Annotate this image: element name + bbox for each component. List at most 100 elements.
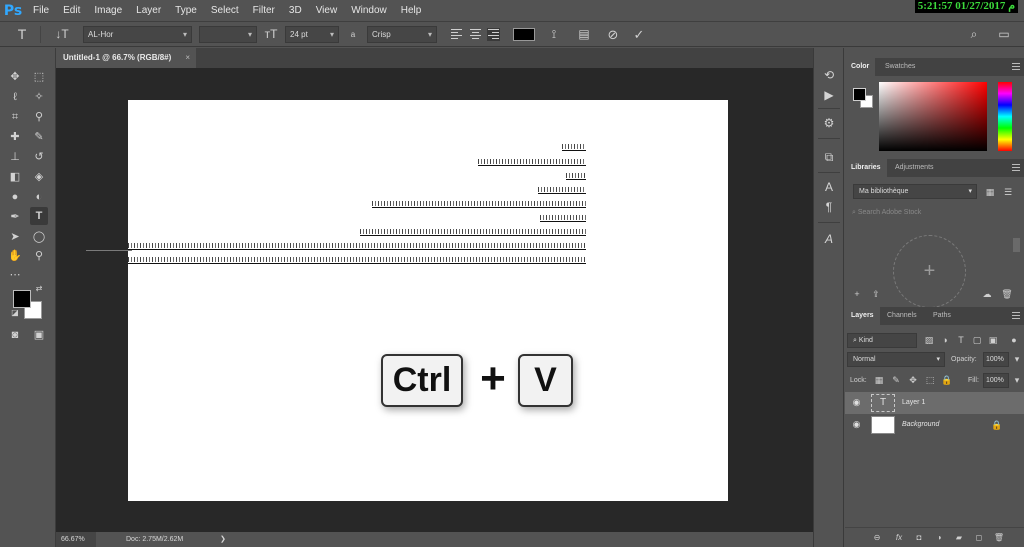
character-styles-icon[interactable]: A <box>820 230 838 248</box>
crop-tool-icon[interactable]: ⌗ <box>6 108 24 126</box>
close-icon[interactable]: × <box>185 48 190 68</box>
hue-slider[interactable] <box>998 82 1012 151</box>
glyphs-icon[interactable]: ⧉ <box>820 148 838 166</box>
cancel-icon[interactable]: ⊘ <box>604 26 622 43</box>
opacity-field[interactable]: 100% <box>983 352 1009 367</box>
list-view-icon[interactable]: ☰ <box>1002 186 1014 198</box>
document-tab[interactable]: Untitled-1 @ 66.7% (RGB/8#) × <box>56 48 196 68</box>
fill-field[interactable]: 100% <box>983 373 1009 388</box>
eye-icon[interactable]: ◉ <box>851 419 862 430</box>
color-picker-field[interactable] <box>879 82 987 151</box>
filter-smart-object-icon[interactable]: ▣ <box>987 334 999 346</box>
menu-edit[interactable]: Edit <box>56 0 87 21</box>
blend-mode-select[interactable]: Normal ▾ <box>847 352 945 367</box>
panel-menu-icon[interactable] <box>1012 63 1020 70</box>
lock-all-icon[interactable]: 🔒 <box>941 374 953 386</box>
path-selection-tool-icon[interactable]: ➤ <box>6 228 24 246</box>
filter-toggle-icon[interactable]: ● <box>1008 334 1020 346</box>
character-icon[interactable]: A <box>820 178 838 196</box>
hand-tool-icon[interactable]: ✋ <box>6 247 24 265</box>
menu-layer[interactable]: Layer <box>129 0 168 21</box>
filter-type-icon[interactable]: T <box>955 334 967 346</box>
upload-icon[interactable]: ⇪ <box>870 288 882 300</box>
foreground-color-swatch[interactable] <box>13 290 31 308</box>
dodge-tool-icon[interactable]: ◐ <box>30 188 48 206</box>
layer-style-icon[interactable]: fx <box>893 532 905 544</box>
tab-channels[interactable]: Channels <box>881 307 923 325</box>
healing-brush-tool-icon[interactable]: ✚ <box>6 128 24 146</box>
type-tool-preset-icon[interactable]: T <box>12 26 32 43</box>
move-tool-icon[interactable]: ✥ <box>6 68 24 86</box>
new-layer-icon[interactable]: ◻ <box>973 532 985 544</box>
lock-artboard-icon[interactable]: ⬚ <box>924 374 936 386</box>
eyedropper-tool-icon[interactable]: ⚲ <box>30 108 48 126</box>
tab-libraries[interactable]: Libraries <box>845 159 887 177</box>
menu-type[interactable]: Type <box>168 0 204 21</box>
trash-icon[interactable]: 🗑 <box>1001 288 1013 300</box>
stock-search-input[interactable]: ⌕ Search Adobe Stock <box>847 206 1017 221</box>
layer-mask-icon[interactable]: ◘ <box>913 532 925 544</box>
menu-help[interactable]: Help <box>394 0 429 21</box>
pen-tool-icon[interactable]: ✒ <box>6 208 24 226</box>
history-icon[interactable]: ⟲ <box>820 66 838 84</box>
color-panel-foreground-swatch[interactable] <box>853 88 866 101</box>
new-group-icon[interactable]: ▰ <box>953 532 965 544</box>
screen-mode-icon[interactable]: ▣ <box>30 326 48 344</box>
panel-menu-icon[interactable] <box>1012 164 1020 171</box>
blur-tool-icon[interactable]: ● <box>6 188 24 206</box>
default-colors-icon[interactable]: ◪ <box>9 307 21 319</box>
layer-kind-filter[interactable]: ⌕ Kind <box>847 333 917 348</box>
menu-3d[interactable]: 3D <box>282 0 309 21</box>
more-tools-icon[interactable]: ⋯ <box>6 266 24 284</box>
quick-mask-icon[interactable]: ◙ <box>6 326 24 344</box>
eye-icon[interactable]: ◉ <box>851 397 862 408</box>
align-center-button[interactable] <box>469 28 482 41</box>
trash-icon[interactable]: 🗑 <box>993 532 1005 544</box>
font-family-select[interactable]: AL-Hor ▾ <box>83 26 192 43</box>
library-scrollbar[interactable] <box>1013 238 1020 252</box>
layer-row-background[interactable]: ◉ Background 🔒 <box>845 414 1024 436</box>
tab-color[interactable]: Color <box>845 58 876 76</box>
align-left-button[interactable] <box>450 28 463 41</box>
status-menu-arrow[interactable]: ❯ <box>220 532 226 547</box>
menu-view[interactable]: View <box>309 0 345 21</box>
type-tool-icon[interactable]: T <box>30 207 48 225</box>
swap-colors-icon[interactable]: ⇄ <box>33 283 45 295</box>
grid-view-icon[interactable]: ▦ <box>984 186 996 198</box>
layer-name[interactable]: Layer 1 <box>902 392 925 414</box>
chevron-down-icon[interactable]: ▾ <box>1011 353 1023 365</box>
layer-row-layer-1[interactable]: ◉ T Layer 1 <box>845 392 1024 414</box>
commit-checkmark-icon[interactable]: ✓ <box>630 26 648 43</box>
tab-adjustments[interactable]: Adjustments <box>889 159 940 177</box>
layer-name[interactable]: Background <box>902 414 939 436</box>
lock-transparent-icon[interactable]: ▦ <box>873 374 885 386</box>
clone-stamp-tool-icon[interactable]: ⊥ <box>6 148 24 166</box>
text-orientation-icon[interactable]: ↓T <box>52 26 72 43</box>
chevron-down-icon[interactable]: ▾ <box>1011 374 1023 386</box>
eraser-tool-icon[interactable]: ◧ <box>6 168 24 186</box>
font-size-select[interactable]: 24 pt ▾ <box>285 26 339 43</box>
brush-tool-icon[interactable]: ✎ <box>30 128 48 146</box>
panel-menu-icon[interactable] <box>1012 312 1020 319</box>
marquee-tool-icon[interactable]: ⬚ <box>30 68 48 86</box>
document-canvas[interactable]: Ctrl + V <box>86 100 728 501</box>
filter-shape-icon[interactable]: ▢ <box>971 334 983 346</box>
text-color-swatch[interactable] <box>513 28 535 41</box>
align-right-button[interactable] <box>487 28 500 41</box>
paint-bucket-tool-icon[interactable]: ◈ <box>30 168 48 186</box>
library-select[interactable]: Ma bibliothèque ▾ <box>853 184 977 199</box>
actions-play-icon[interactable]: ▶ <box>820 86 838 104</box>
tab-paths[interactable]: Paths <box>927 307 957 325</box>
tab-swatches[interactable]: Swatches <box>879 58 921 76</box>
menu-file[interactable]: File <box>26 0 56 21</box>
lock-pixels-icon[interactable]: ✎ <box>890 374 902 386</box>
ellipse-tool-icon[interactable]: ◯ <box>30 228 48 246</box>
zoom-tool-icon[interactable]: ⚲ <box>30 247 48 265</box>
font-style-select[interactable]: ▾ <box>199 26 257 43</box>
adjustment-layer-icon[interactable]: ◑ <box>933 532 945 544</box>
menu-select[interactable]: Select <box>204 0 246 21</box>
workspace-icon[interactable]: ▭ <box>994 26 1014 43</box>
menu-image[interactable]: Image <box>87 0 129 21</box>
antialias-select[interactable]: Crisp ▾ <box>367 26 437 43</box>
paragraph-icon[interactable]: ¶ <box>820 198 838 216</box>
